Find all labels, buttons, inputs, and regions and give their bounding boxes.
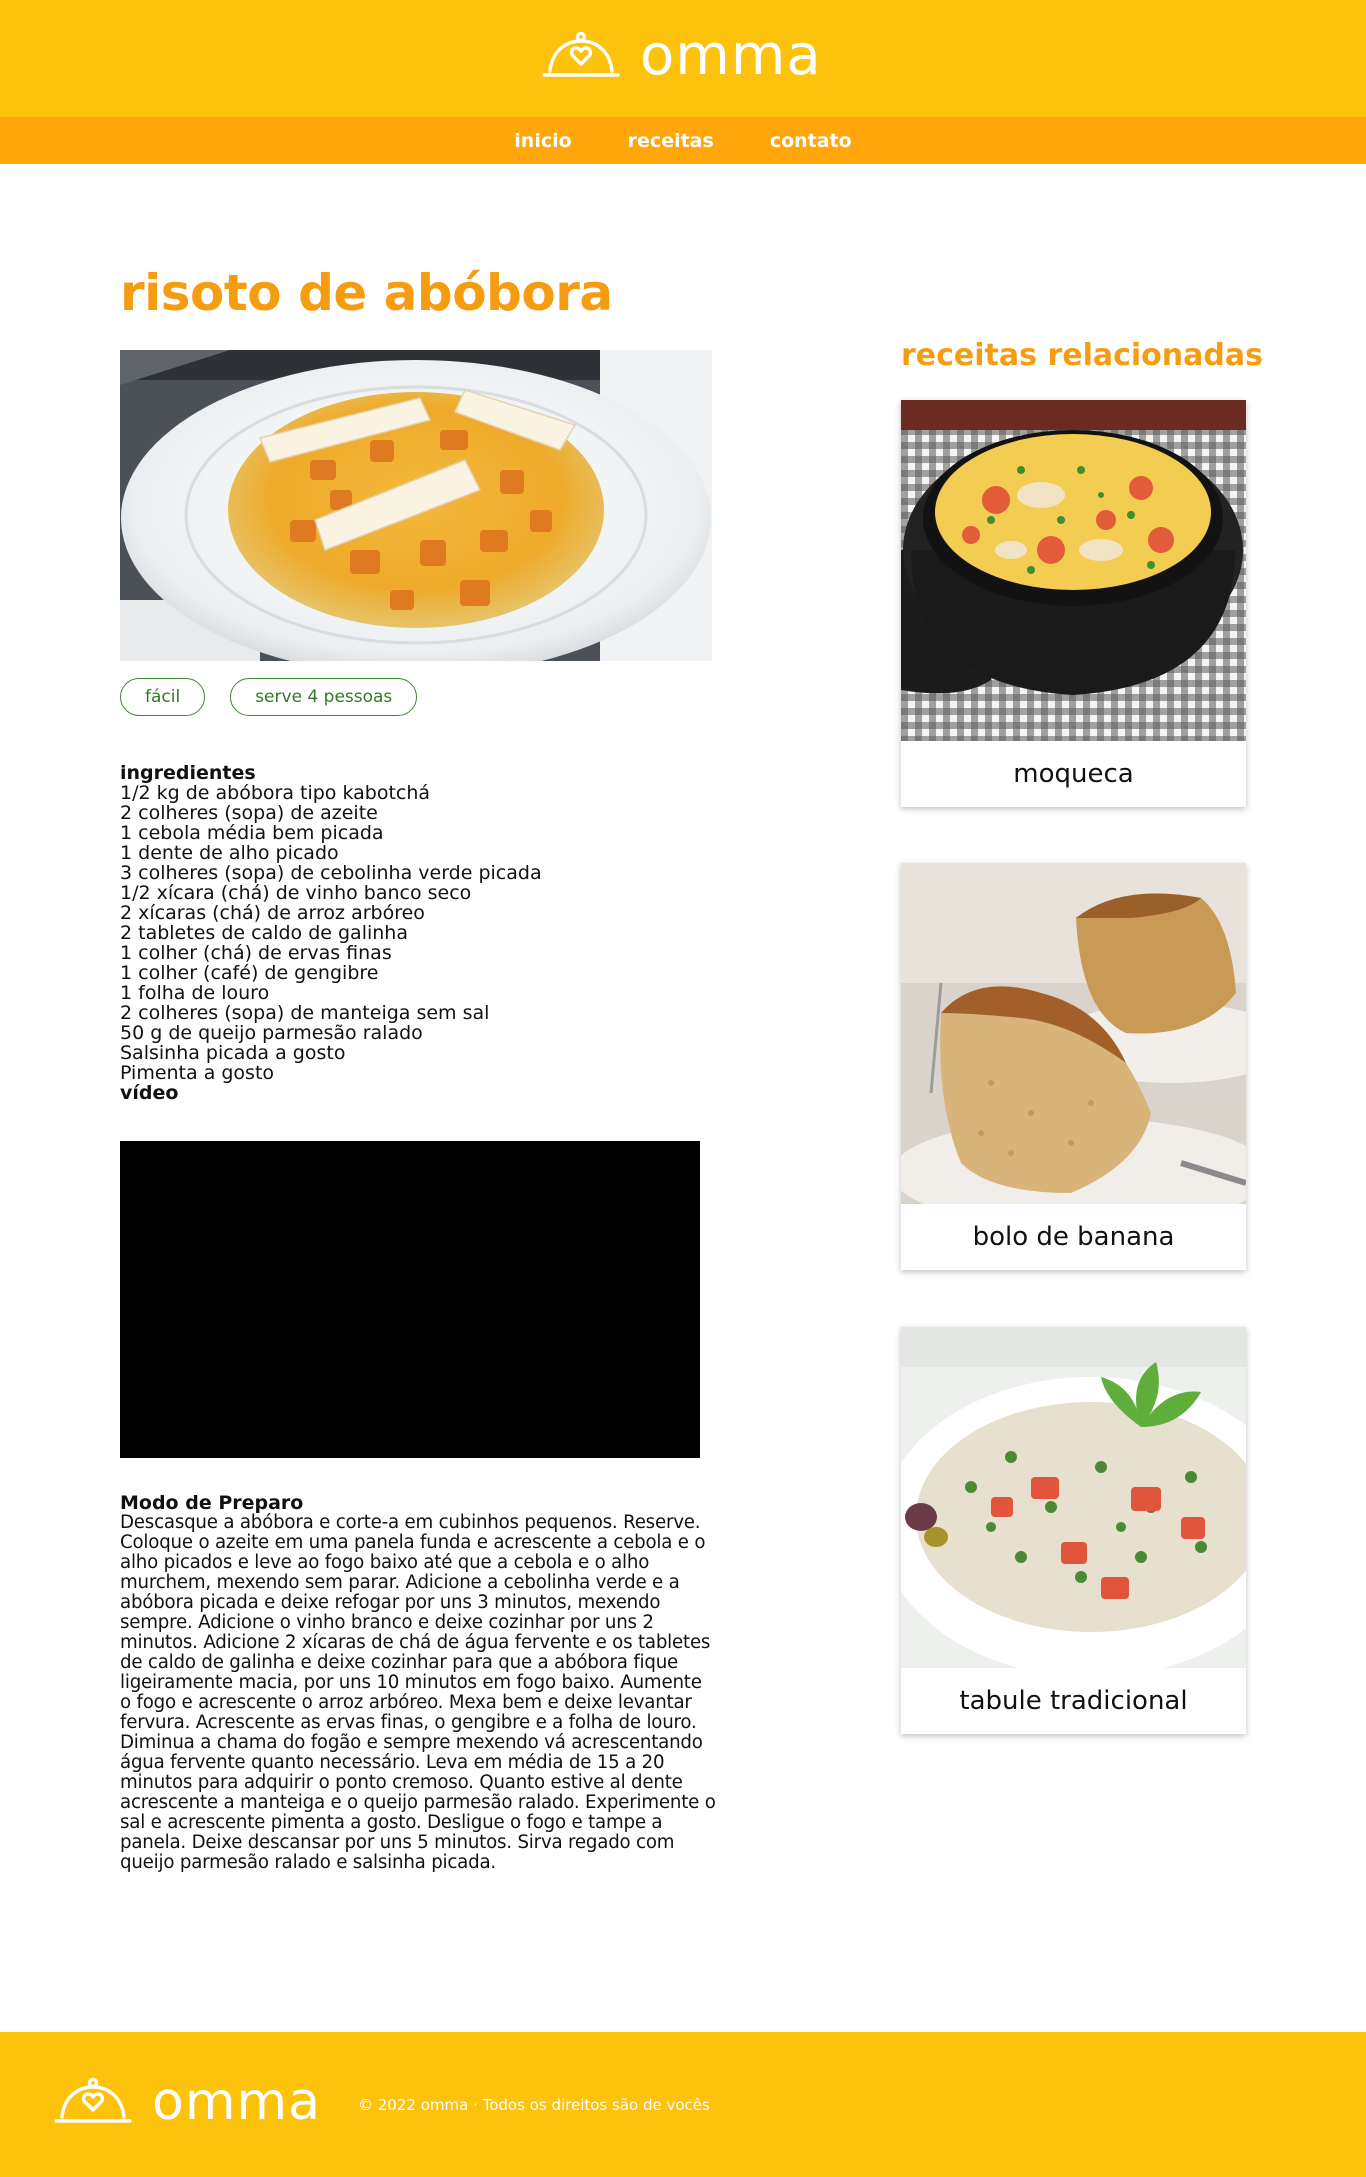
- ingredients-list: 1/2 kg de abóbora tipo kabotchá 2 colher…: [120, 783, 542, 1083]
- recipe-title: risoto de abóbora: [120, 264, 613, 322]
- related-recipe-name: bolo de banana: [972, 1222, 1175, 1252]
- list-item: Pimenta a gosto: [120, 1062, 275, 1084]
- related-recipes-heading: receitas relacionadas: [901, 338, 1263, 373]
- related-recipe-name: tabule tradicional: [959, 1686, 1188, 1716]
- nav-receitas[interactable]: receitas: [628, 130, 714, 152]
- site-header: omma: [0, 0, 1366, 117]
- list-item: 50 g de queijo parmesão ralado: [120, 1022, 423, 1044]
- list-item: 1 colher (chá) de ervas finas: [120, 942, 392, 964]
- related-card-moqueca[interactable]: moqueca: [901, 400, 1246, 807]
- nav-inicio[interactable]: inicio: [514, 130, 571, 152]
- brand-name: omma: [152, 2072, 321, 2132]
- difficulty-tag: fácil: [120, 678, 206, 716]
- servings-tag: serve 4 pessoas: [230, 678, 418, 716]
- preparation-text: Descasque a abóbora e corte-a em cubinho…: [120, 1512, 716, 1873]
- header-logo[interactable]: omma: [542, 28, 822, 84]
- list-item: 1/2 xícara (chá) de vinho banco seco: [120, 882, 472, 904]
- brand-name: omma: [640, 23, 822, 88]
- ingredients-section: ingredientes 1/2 kg de abóbora tipo kabo…: [120, 763, 542, 1103]
- list-item: 1 cebola média bem picada: [120, 822, 384, 844]
- recipe-tags: fácil serve 4 pessoas: [120, 678, 418, 716]
- list-item: 2 colheres (sopa) de azeite: [120, 802, 378, 824]
- preparation-heading: Modo de Preparo: [120, 1492, 304, 1514]
- list-item: 3 colheres (sopa) de cebolinha verde pic…: [120, 862, 542, 884]
- list-item: 1 dente de alho picado: [120, 842, 339, 864]
- recipe-image: [120, 350, 712, 661]
- ingredients-heading: ingredientes: [120, 762, 256, 784]
- main-nav: inicio receitas contato: [0, 117, 1366, 164]
- bolo-de-banana-image: [901, 863, 1246, 1204]
- preparation-section: Modo de Preparo Descasque a abóbora e co…: [120, 1493, 716, 1873]
- list-item: 1/2 kg de abóbora tipo kabotchá: [120, 782, 431, 804]
- nav-contato[interactable]: contato: [770, 130, 852, 152]
- list-item: 1 colher (café) de gengibre: [120, 962, 379, 984]
- related-card-bolo-de-banana[interactable]: bolo de banana: [901, 863, 1246, 1270]
- list-item: 2 xícaras (chá) de arroz arbóreo: [120, 902, 425, 924]
- copyright-text: © 2022 omma · Todos os direitos são de v…: [358, 2096, 710, 2114]
- video-heading: vídeo: [120, 1082, 179, 1104]
- moqueca-image: [901, 400, 1246, 741]
- related-card-tabule-tradicional[interactable]: tabule tradicional: [901, 1327, 1246, 1734]
- list-item: 2 colheres (sopa) de manteiga sem sal: [120, 1002, 490, 1024]
- related-recipe-name: moqueca: [1013, 759, 1134, 789]
- list-item: 1 folha de louro: [120, 982, 270, 1004]
- list-item: Salsinha picada a gosto: [120, 1042, 346, 1064]
- cloche-heart-icon: [542, 31, 620, 77]
- video-player[interactable]: [120, 1141, 700, 1458]
- list-item: 2 tabletes de caldo de galinha: [120, 922, 408, 944]
- cloche-heart-icon: [54, 2077, 132, 2123]
- tabule-tradicional-image: [901, 1327, 1246, 1668]
- footer-logo[interactable]: omma: [54, 2076, 321, 2128]
